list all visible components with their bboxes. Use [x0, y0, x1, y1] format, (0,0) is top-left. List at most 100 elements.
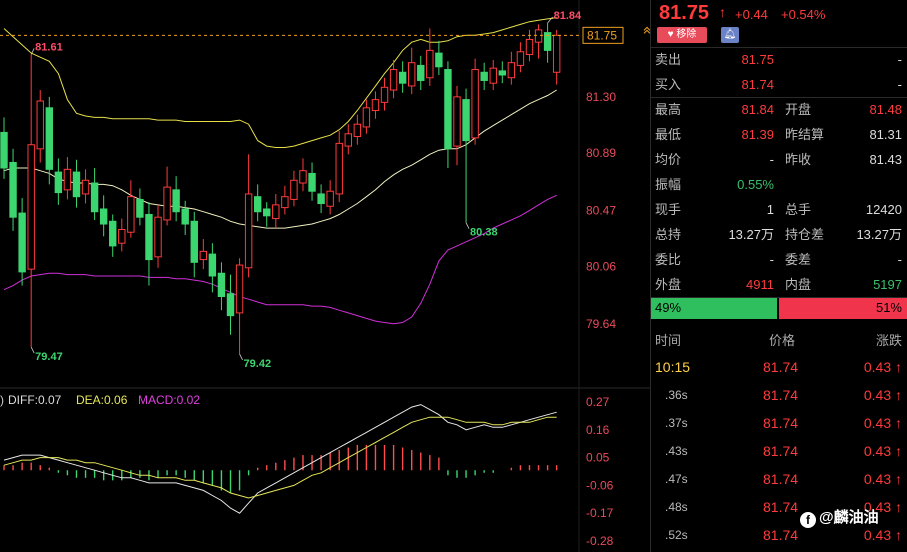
current-price-label: 81.75	[587, 28, 617, 42]
stat-value-2: -	[897, 52, 902, 67]
price-change: +0.44	[735, 7, 768, 22]
macd-tick-label: 0.16	[586, 423, 610, 437]
stat-label: 委比	[655, 252, 682, 267]
macd-diff-line	[3, 404, 557, 514]
bell-icon: 🔔︎	[723, 29, 737, 40]
stat-label-2: 委差	[785, 252, 812, 267]
stat-label: 买入	[655, 77, 682, 92]
trade-price: 81.74	[763, 415, 799, 431]
buy-ratio: 49%	[651, 298, 777, 319]
candle-body	[281, 196, 289, 209]
trade-row[interactable]: .37s 81.74 0.43 ↑	[651, 409, 907, 437]
trades-header-price: 价格	[769, 333, 796, 348]
candle-body	[118, 228, 126, 244]
candle-body	[462, 99, 470, 142]
trade-time: .52s	[665, 528, 688, 542]
macd-legend-item: DEA:0.06	[76, 393, 128, 407]
stat-row: 买入 81.74 -	[651, 74, 907, 96]
trade-change: 0.43 ↑	[863, 471, 902, 487]
candle-body	[371, 99, 380, 112]
candle-body	[326, 190, 334, 207]
trade-price: 81.74	[763, 499, 799, 515]
trade-row[interactable]: .47s 81.74 0.43 ↑	[651, 465, 907, 493]
candle-body	[18, 212, 26, 273]
trade-change: 0.43 ↑	[863, 387, 902, 403]
candle-body	[172, 189, 180, 213]
trade-price: 81.74	[763, 527, 799, 543]
stat-value: 1	[766, 202, 774, 217]
stat-label: 卖出	[655, 52, 682, 67]
price-chart[interactable]: 81.30 80.89 80.47 80.06 79.64 81.75 81.84 81.6…	[0, 0, 650, 552]
candle-body	[272, 204, 280, 220]
alert-button[interactable]: 🔔︎	[721, 27, 739, 43]
stat-value: -	[769, 152, 774, 167]
candle-body	[362, 107, 371, 128]
candle-body	[136, 198, 144, 218]
trade-change: 0.43 ↑	[863, 443, 902, 459]
stat-value-2: 12420	[865, 202, 902, 217]
trade-time: .47s	[665, 472, 688, 486]
price-change-percent: +0.54%	[781, 7, 826, 22]
candle-body	[525, 38, 534, 55]
stat-value-2: 5197	[873, 277, 902, 292]
trade-price: 81.74	[763, 471, 799, 487]
trade-row[interactable]: .36s 81.74 0.43 ↑	[651, 381, 907, 409]
stat-label: 均价	[655, 152, 682, 167]
price-tick-label: 80.89	[586, 146, 616, 160]
candle-body	[317, 193, 325, 205]
watermark: f @麟油油	[800, 506, 879, 528]
candle-body	[552, 34, 561, 73]
candle-body	[54, 171, 63, 194]
candle-body	[208, 253, 217, 277]
candle-body	[290, 179, 298, 200]
stat-row: 现手 1 总手 12420	[651, 199, 907, 221]
candle-body	[235, 264, 244, 314]
macd-tick-label: -0.17	[586, 506, 614, 520]
candle-body	[408, 62, 416, 87]
candle-body	[72, 171, 81, 198]
trade-change: 0.43 ↑	[863, 415, 902, 431]
candle-body	[244, 193, 253, 269]
stat-row: 委比 - 委差 -	[651, 249, 907, 271]
high-low-annotations: 81.84 81.61 80.38 79.47 79.42	[30, 10, 582, 370]
candle-body	[217, 272, 226, 297]
candle-body	[181, 208, 189, 225]
candle-body	[127, 196, 135, 233]
trade-time: .48s	[665, 500, 688, 514]
candle-body	[417, 64, 425, 81]
candle-body	[444, 69, 452, 150]
candle-body	[154, 216, 162, 258]
stat-label-2: 昨收	[785, 152, 812, 167]
stat-value-2: 81.43	[869, 152, 902, 167]
candle-body	[190, 220, 198, 263]
stat-label-2: 开盘	[785, 102, 812, 117]
stat-label-2: 内盘	[785, 277, 812, 292]
divider	[651, 97, 907, 98]
candle-body	[389, 69, 398, 91]
up-arrow-icon: ↑	[719, 4, 726, 20]
stat-label: 最低	[655, 127, 682, 142]
stat-value-2: 13.27万	[856, 227, 902, 242]
watermark-text: @麟油油	[819, 509, 879, 526]
trade-row[interactable]: 10:15 81.74 0.43 ↑	[651, 353, 907, 381]
stat-value: 4911	[746, 277, 774, 292]
stat-value-2: -	[897, 252, 902, 267]
stat-value: 81.75	[741, 52, 774, 67]
candle-body	[299, 170, 307, 184]
annotation-label: 80.38	[470, 227, 498, 239]
remove-watchlist-button[interactable]: ♥ 移除	[657, 27, 707, 43]
stat-row: 总持 13.27万 持仓差 13.27万	[651, 224, 907, 246]
macd-legend-item: DIFF:0.07	[8, 393, 62, 407]
trade-row[interactable]: .43s 81.74 0.43 ↑	[651, 437, 907, 465]
trade-time: .36s	[665, 388, 688, 402]
candle-body	[507, 62, 516, 79]
trade-price: 81.74	[763, 387, 799, 403]
candle-body	[344, 133, 352, 147]
candle-body	[45, 107, 53, 170]
stat-value-2: 81.48	[869, 102, 902, 117]
stat-label: 现手	[655, 202, 682, 217]
candle-body	[163, 186, 171, 221]
annotation-pointer	[547, 16, 553, 24]
stat-label: 外盘	[655, 277, 682, 292]
bollinger-bands	[3, 17, 557, 325]
